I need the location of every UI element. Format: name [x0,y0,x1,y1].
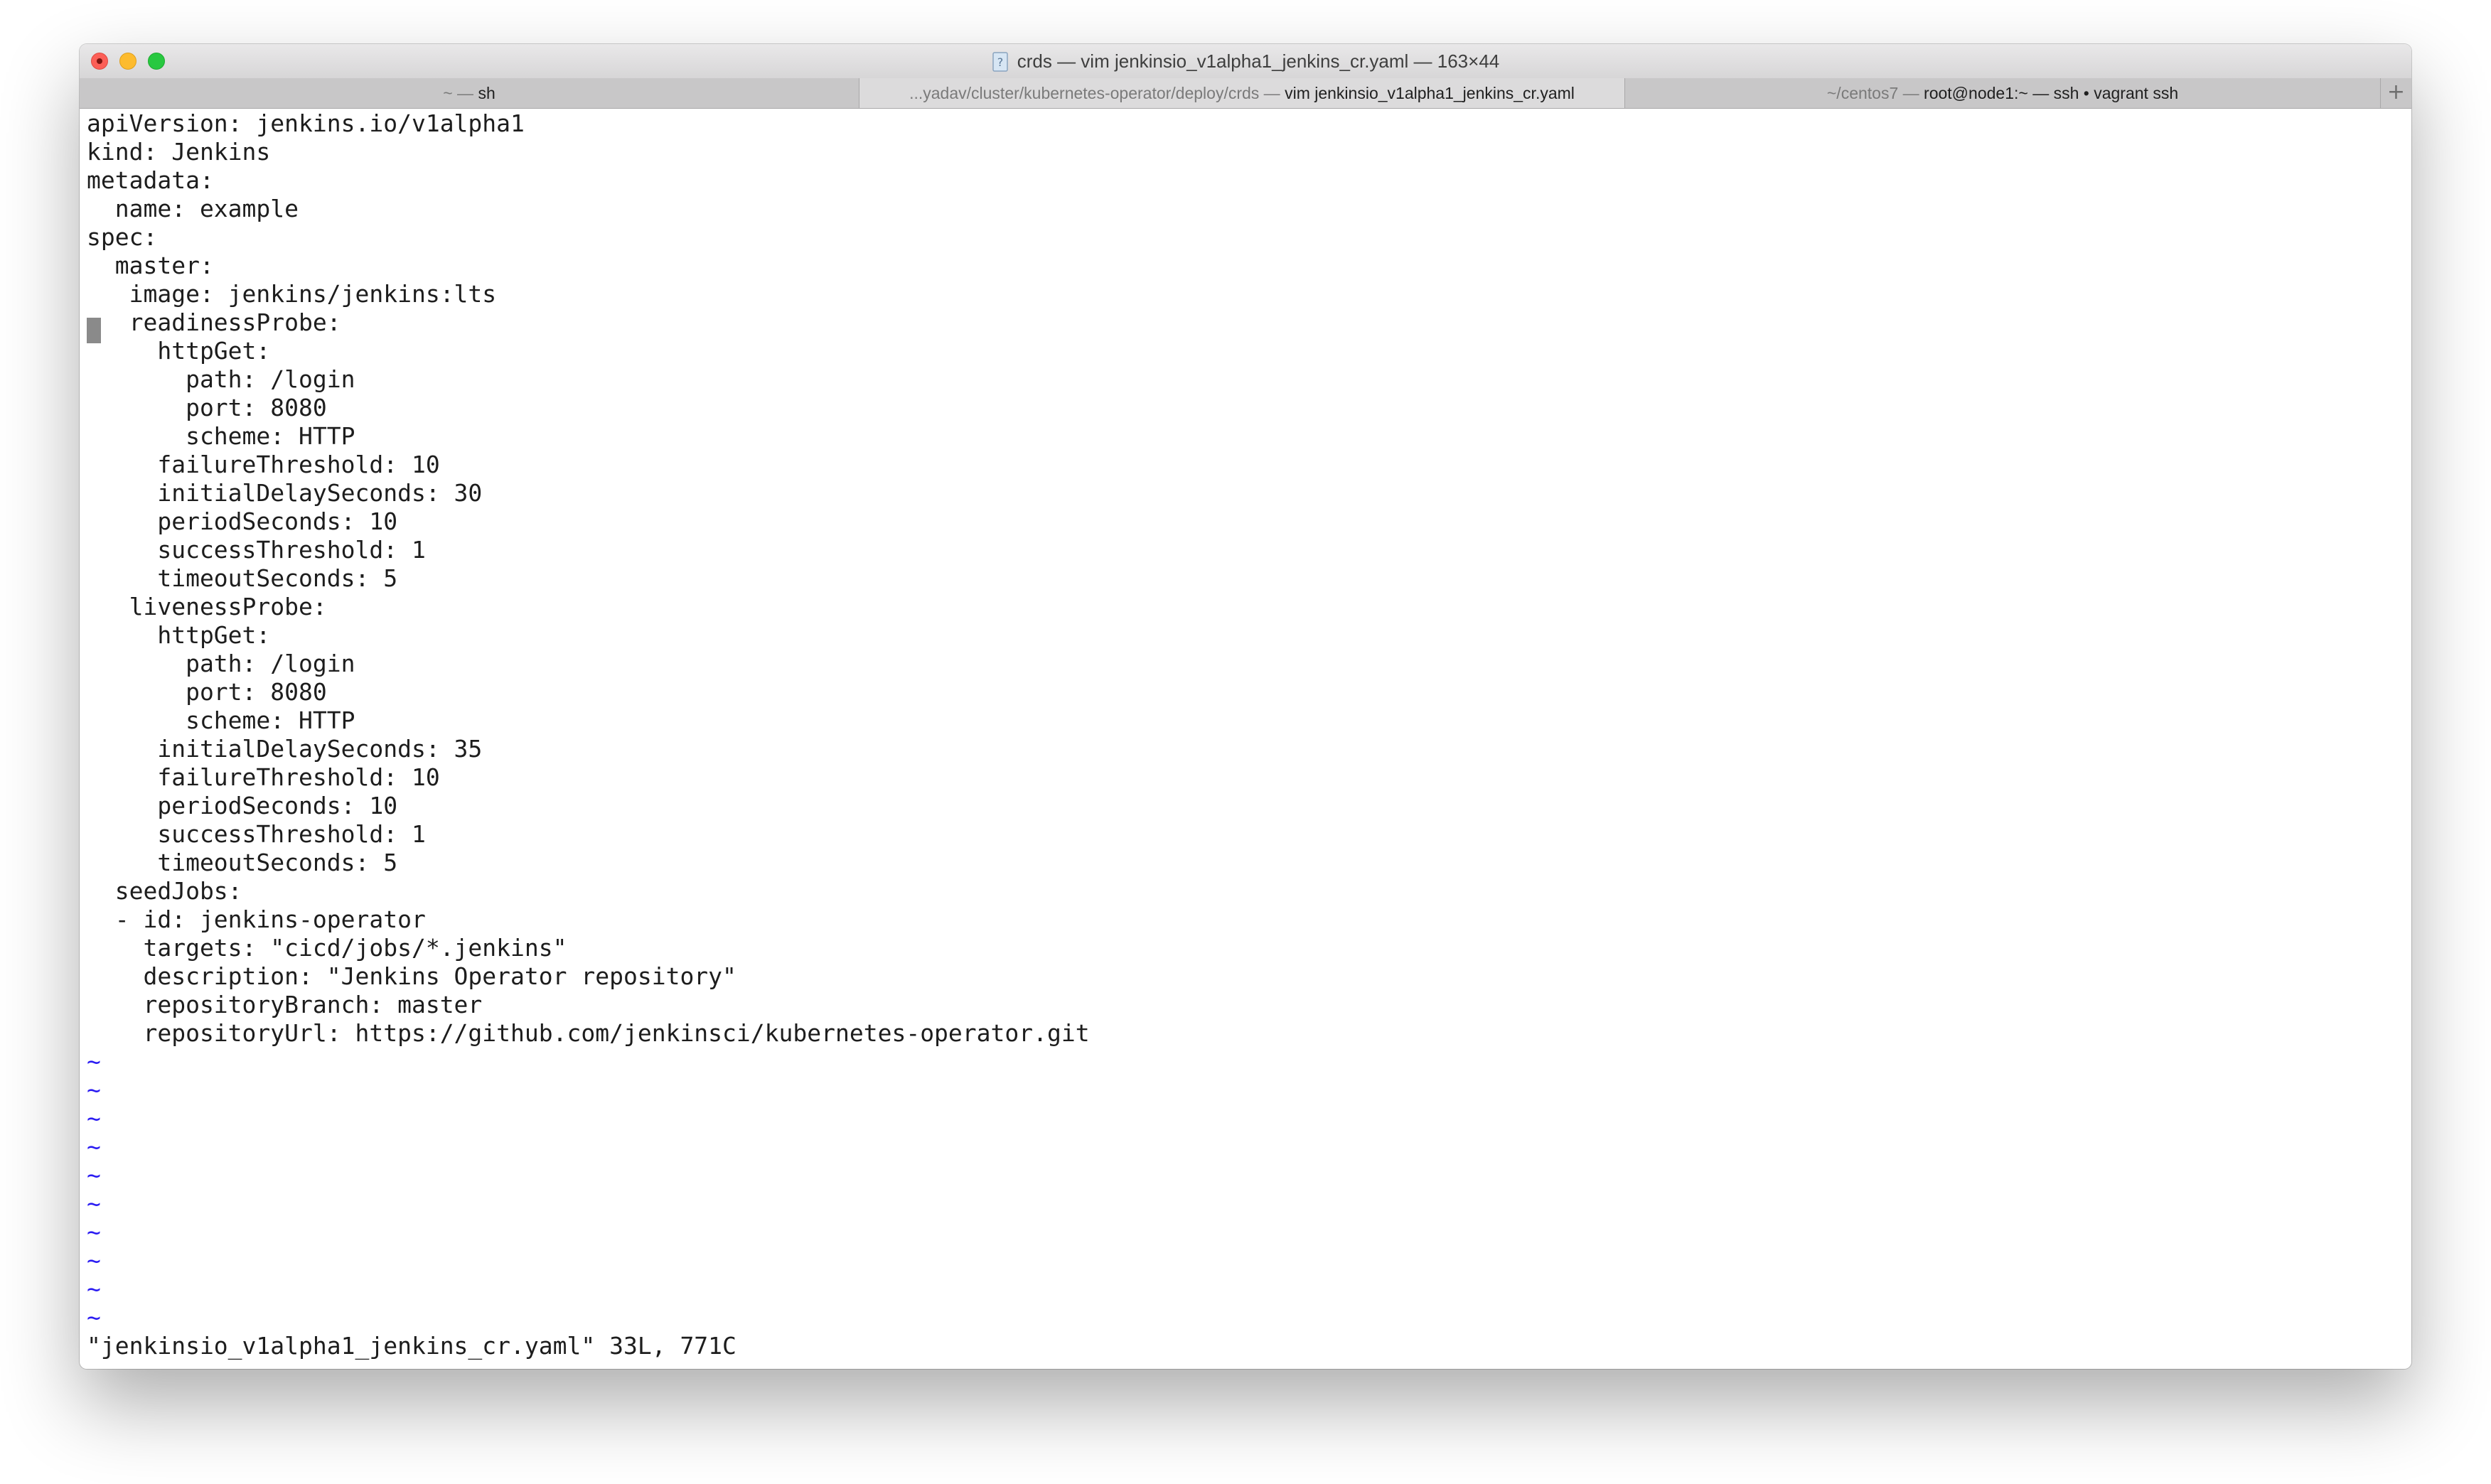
code-line: description: "Jenkins Operator repositor… [87,962,736,990]
svg-text:?: ? [997,55,1003,69]
empty-line-tilde: ~ [87,1161,101,1189]
code-line: repositoryUrl: https://github.com/jenkin… [87,1019,1090,1047]
tab-path: ~ — [443,84,478,102]
code-line: targets: "cicd/jobs/*.jenkins" [87,934,567,962]
code-line: scheme: HTTP [87,422,355,450]
tab-label: vim jenkinsio_v1alpha1_jenkins_cr.yaml [1285,84,1575,102]
tab-vagrant-ssh[interactable]: ~/centos7 — root@node1:~ — ssh • vagrant… [1625,78,2381,108]
code-line: httpGet: [87,621,271,649]
code-line: livenessProbe: [87,593,327,620]
vim-status-line: "jenkinsio_v1alpha1_jenkins_cr.yaml" 33L… [87,1332,736,1360]
text-cursor [87,318,101,343]
code-line: timeoutSeconds: 5 [87,849,398,876]
new-tab-button[interactable]: + [2381,78,2411,108]
empty-line-tilde: ~ [87,1190,101,1217]
code-line: master: [87,252,214,279]
code-line: scheme: HTTP [87,706,355,734]
code-line: metadata: [87,166,214,194]
code-line: name: example [87,195,299,222]
terminal-window: ? crds — vim jenkinsio_v1alpha1_jenkins_… [80,44,2411,1369]
tab-path: ~/centos7 — [1826,84,1924,102]
empty-line-tilde: ~ [87,1048,101,1075]
code-line: initialDelaySeconds: 30 [87,479,483,507]
empty-line-tilde: ~ [87,1218,101,1246]
empty-line-tilde: ~ [87,1076,101,1104]
window-title-text: crds — vim jenkinsio_v1alpha1_jenkins_cr… [1017,50,1500,72]
code-line: httpGet: [87,337,271,365]
empty-line-tilde: ~ [87,1247,101,1274]
code-line: port: 8080 [87,394,327,421]
code-line: successThreshold: 1 [87,820,426,848]
code-line: port: 8080 [87,678,327,706]
code-line: periodSeconds: 10 [87,507,398,535]
code-line: repositoryBranch: master [87,991,483,1018]
empty-line-tilde: ~ [87,1133,101,1161]
document-icon: ? [992,52,1008,72]
window-title: ? crds — vim jenkinsio_v1alpha1_jenkins_… [80,44,2411,78]
code-line: failureThreshold: 10 [87,763,440,791]
tab-label: sh [478,84,495,102]
tab-sh[interactable]: ~ — sh [80,78,859,108]
code-line: periodSeconds: 10 [87,792,398,819]
empty-line-tilde: ~ [87,1275,101,1303]
code-line: apiVersion: jenkins.io/v1alpha1 [87,109,525,137]
code-line: spec: [87,223,158,251]
code-line: path: /login [87,650,355,677]
tab-path: ...yadav/cluster/kubernetes-operator/dep… [909,84,1285,102]
empty-line-tilde: ~ [87,1104,101,1132]
code-line: kind: Jenkins [87,138,271,166]
tab-vim-active[interactable]: ...yadav/cluster/kubernetes-operator/dep… [859,78,1625,108]
title-bar[interactable]: ? crds — vim jenkinsio_v1alpha1_jenkins_… [80,44,2411,79]
code-line: path: /login [87,365,355,393]
code-line: successThreshold: 1 [87,536,426,564]
code-line: timeoutSeconds: 5 [87,564,398,592]
empty-line-tilde: ~ [87,1303,101,1331]
tab-label: root@node1:~ — ssh • vagrant ssh [1924,84,2179,102]
code-line: - id: jenkins-operator [87,905,426,933]
tab-bar: ~ — sh ...yadav/cluster/kubernetes-opera… [80,78,2411,109]
code-line: image: jenkins/jenkins:lts [87,280,497,308]
terminal-content[interactable]: apiVersion: jenkins.io/v1alpha1 kind: Jen… [87,109,2404,1360]
code-line: failureThreshold: 10 [87,451,440,478]
code-line: initialDelaySeconds: 35 [87,735,483,763]
code-line: readinessProbe: [87,308,341,336]
code-line: seedJobs: [87,877,242,905]
